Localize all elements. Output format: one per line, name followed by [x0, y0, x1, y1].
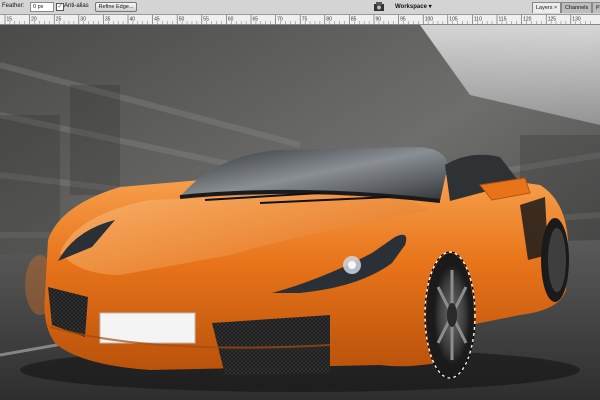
close-icon[interactable]: ×	[554, 5, 557, 11]
ruler-tick-label: 25	[56, 17, 62, 23]
horizontal-ruler: 15 20 25 30 35 40 45 50 55 60 65 70 75 80 85 90 95 100 105…	[0, 15, 600, 25]
ruler-tick-label: 130	[572, 17, 581, 23]
ruler-tick-label: 65	[253, 17, 259, 23]
ruler-tick-label: 105	[449, 17, 458, 23]
ruler-tick-label: 120	[523, 17, 532, 23]
ruler-tick-label: 60	[228, 17, 234, 23]
tab-layers-label: Layers	[536, 5, 553, 11]
ruler-tick-label: 55	[203, 17, 209, 23]
ruler-tick-label: 75	[302, 17, 308, 23]
antialias-label: Anti-alias	[64, 3, 89, 9]
ruler-tick-label: 15	[7, 17, 13, 23]
options-bar: Feather: 0 px ✓ Anti-alias Refine Edge..…	[0, 0, 600, 15]
feather-input[interactable]: 0 px	[30, 2, 54, 12]
ruler-tick-label: 115	[499, 17, 507, 23]
document-canvas[interactable]	[0, 25, 600, 400]
ruler-ticks: 15 20 25 30 35 40 45 50 55 60 65 70 75 80 85 90 95 100 105…	[4, 15, 591, 24]
ruler-tick-label: 35	[105, 17, 111, 23]
ruler-tick-label: 125	[548, 17, 557, 23]
ruler-tick-label: 20	[31, 17, 37, 23]
workspace-icon[interactable]	[373, 1, 385, 12]
ruler-tick-label: 40	[130, 17, 136, 23]
ruler-tick-label: 100	[425, 17, 434, 23]
ruler-tick-label: 95	[400, 17, 406, 23]
tab-channels[interactable]: Channels	[561, 2, 593, 13]
tab-paths[interactable]: Pa	[592, 2, 600, 13]
ruler-tick-label: 110	[474, 17, 482, 23]
tab-layers[interactable]: Layers ×	[532, 2, 562, 13]
feather-label: Feather:	[2, 3, 25, 9]
refine-edge-button[interactable]: Refine Edge...	[95, 2, 137, 12]
ruler-tick-label: 90	[376, 17, 382, 23]
ruler-tick-label: 45	[154, 17, 160, 23]
antialias-checkbox[interactable]: ✓	[56, 3, 64, 11]
ruler-tick-label: 30	[80, 17, 86, 23]
ruler-tick-label: 70	[277, 17, 283, 23]
ruler-tick-label: 85	[351, 17, 357, 23]
workspace-button[interactable]: Workspace ▾	[395, 3, 432, 10]
car-photo	[0, 25, 600, 400]
ruler-tick-label: 50	[179, 17, 185, 23]
ruler-tick-label: 80	[326, 17, 332, 23]
